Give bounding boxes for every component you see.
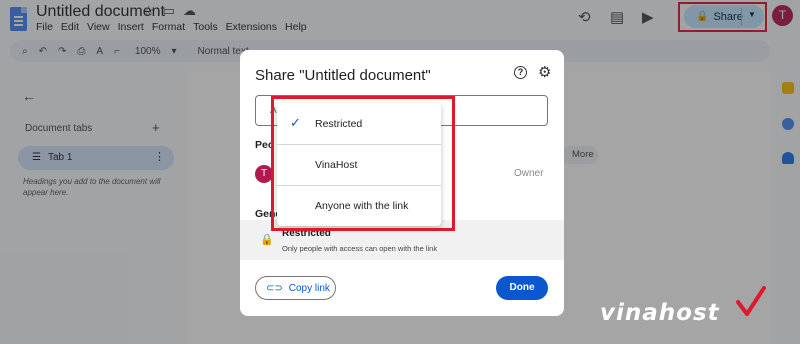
help-icon[interactable]: ? [514,66,527,79]
link-icon: ⊂⊃ [266,282,283,294]
owner-label: Owner [514,168,544,179]
vinahost-check-logo-icon [736,286,766,316]
menu-highlight-box [271,96,455,231]
dialog-title: Share "Untitled document" [255,67,431,84]
done-button[interactable]: Done [496,276,548,300]
copy-link-button[interactable]: ⊂⊃ Copy link [255,276,336,300]
copy-link-label: Copy link [288,282,330,294]
gear-icon[interactable]: ⚙ [538,63,551,81]
lock-icon: 🔒 [260,234,274,246]
access-description: Only people with access can open with th… [282,244,438,253]
vinahost-watermark-logo: vinahost [600,300,720,326]
